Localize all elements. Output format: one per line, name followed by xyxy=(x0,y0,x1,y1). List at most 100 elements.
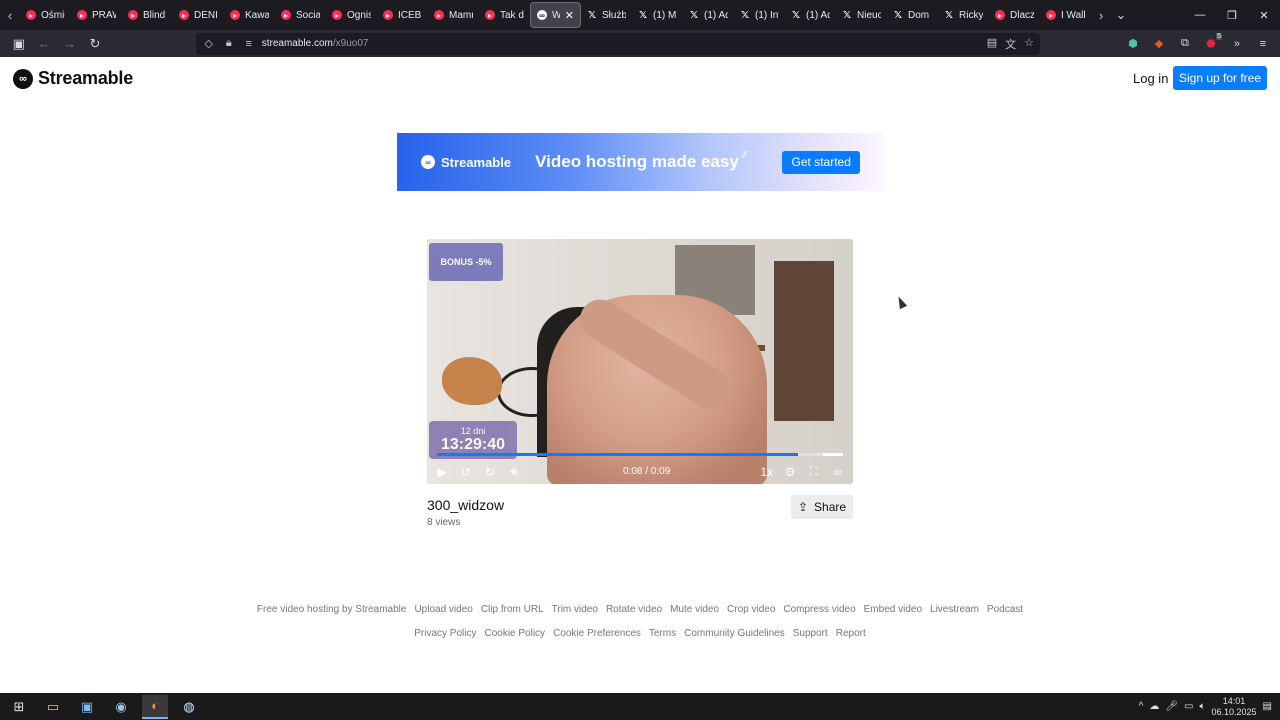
firefox-icon[interactable]: ◐ xyxy=(142,694,168,719)
footer-link[interactable]: Clip from URL xyxy=(481,604,544,615)
browser-tab[interactable]: ▸ Blind xyxy=(122,2,173,28)
share-button[interactable]: ⇪ Share xyxy=(791,495,853,519)
tab-label: Ricky xyxy=(959,9,983,21)
browser-tab[interactable]: 𝕏 Służby xyxy=(581,2,632,28)
speaker-icon[interactable]: 🔈︎ xyxy=(1200,701,1206,712)
footer-link[interactable]: Embed video xyxy=(864,604,922,615)
footer-link[interactable]: Report xyxy=(836,628,866,639)
permissions-icon[interactable]: ≡ xyxy=(242,38,256,50)
login-link[interactable]: Log in xyxy=(1133,71,1168,86)
forward-skip-icon[interactable]: ↻ xyxy=(483,465,497,479)
footer-link[interactable]: Privacy Policy xyxy=(414,628,476,639)
footer-link[interactable]: Free video hosting by Streamable xyxy=(257,604,407,615)
tab-list: ▸ Ośmio ▸ PRAW ▸ Blind ▸ DENIS ▸ Kawal ▸ Social ▸ Ogn… xyxy=(20,2,1091,28)
browser-tab[interactable]: 𝕏 (1) Int xyxy=(734,2,785,28)
forward-icon[interactable]: → xyxy=(59,33,80,55)
display-app-icon[interactable]: ▣ xyxy=(74,695,100,719)
bookmark-star-icon[interactable]: ☆ xyxy=(1024,36,1034,52)
browser-tab[interactable]: 𝕏 Ricky xyxy=(938,2,989,28)
youtube-icon: ▸ xyxy=(26,10,36,20)
shield-extension-icon[interactable]: ⬢ xyxy=(1124,35,1142,53)
browser-tab[interactable]: 𝕏 (1) M xyxy=(632,2,683,28)
reload-icon[interactable]: ↻ xyxy=(84,33,105,55)
notifications-icon[interactable]: ▤ xyxy=(1263,701,1272,712)
get-started-button[interactable]: Get started xyxy=(782,150,861,174)
restore-icon[interactable]: ❐ xyxy=(1216,0,1248,30)
browser-tab[interactable]: ▸ Social xyxy=(275,2,326,28)
browser-tab[interactable]: ▸ ICEBE xyxy=(377,2,428,28)
lock-icon[interactable]: 🔒︎ xyxy=(222,37,236,50)
onedrive-icon[interactable]: ☁ xyxy=(1149,701,1159,712)
footer-link[interactable]: Terms xyxy=(649,628,676,639)
footer-link[interactable]: Community Guidelines xyxy=(684,628,785,639)
browser-tab[interactable]: 𝕏 Dom xyxy=(887,2,938,28)
menu-icon[interactable]: ≡ xyxy=(1254,35,1272,53)
browser-tab[interactable]: ▸ Mamm xyxy=(428,2,479,28)
close-tab-icon[interactable]: ✕ xyxy=(565,9,574,22)
footer-link[interactable]: Trim video xyxy=(552,604,598,615)
footer-link[interactable]: Compress video xyxy=(783,604,855,615)
browser-tab[interactable]: ▸ Dlacz xyxy=(989,2,1040,28)
footer-link[interactable]: Cookie Preferences xyxy=(553,628,641,639)
promo-banner[interactable]: ∞ Streamable Video hosting made easy ⁄⁄ … xyxy=(397,133,883,191)
footer-link[interactable]: Mute video xyxy=(670,604,719,615)
extensions-puzzle-icon[interactable]: ⧉ xyxy=(1176,35,1194,53)
youtube-icon: ▸ xyxy=(77,10,87,20)
footer-link[interactable]: Support xyxy=(793,628,828,639)
url-text[interactable]: streamable.com/x9uo07 xyxy=(262,38,369,49)
browser-tab[interactable]: 𝕏 (1) Ad xyxy=(785,2,836,28)
browser-tab[interactable]: ▸ Kawal xyxy=(224,2,275,28)
streamable-player-logo-icon[interactable]: ∞ xyxy=(831,465,845,479)
translate-icon[interactable]: 文 xyxy=(1005,36,1016,52)
back-icon[interactable]: ← xyxy=(33,33,54,55)
play-icon[interactable]: ▶ xyxy=(435,465,449,479)
youtube-icon: ▸ xyxy=(485,10,495,20)
browser-tab[interactable]: ▸ Ośmio xyxy=(20,2,71,28)
volume-icon[interactable]: 🔊︎ xyxy=(507,464,521,479)
footer-link[interactable]: Podcast xyxy=(987,604,1023,615)
video-player[interactable]: BONUS -5% 12 dni 13:29:40 ▶ ↺ ↻ 🔊︎ 0:08 … xyxy=(427,239,853,484)
clock[interactable]: 14:01 06.10.2025 xyxy=(1212,696,1257,718)
list-all-tabs-icon[interactable]: ⌄ xyxy=(1111,0,1131,30)
sidebar-toggle-icon[interactable]: ▣ xyxy=(8,33,29,55)
close-window-icon[interactable]: ✕ xyxy=(1248,0,1280,30)
more-tools-icon[interactable]: » xyxy=(1228,35,1246,53)
playback-speed-button[interactable]: 1x xyxy=(760,465,773,479)
footer-link[interactable]: Livestream xyxy=(930,604,979,615)
video-progress-bar[interactable] xyxy=(437,453,843,456)
browser-tab[interactable]: ∞ Wa ✕ xyxy=(530,2,581,28)
minimize-icon[interactable]: — xyxy=(1184,0,1216,30)
browser-tab[interactable]: ▸ DENIS xyxy=(173,2,224,28)
browser-tab[interactable]: 𝕏 Nieuc xyxy=(836,2,887,28)
fox-extension-icon[interactable]: ◆ xyxy=(1150,35,1168,53)
signup-button[interactable]: Sign up for free xyxy=(1173,66,1267,90)
tray-overflow-icon[interactable]: ^ xyxy=(1139,701,1144,712)
settings-gear-icon[interactable]: ⚙ xyxy=(783,465,797,479)
footer-link[interactable]: Upload video xyxy=(414,604,472,615)
fullscreen-icon[interactable]: ⛶ xyxy=(807,464,821,479)
tab-scroll-left-icon[interactable]: ‹ xyxy=(0,0,20,30)
footer-link[interactable]: Crop video xyxy=(727,604,775,615)
clock-date: 06.10.2025 xyxy=(1211,706,1257,717)
rewind-icon[interactable]: ↺ xyxy=(459,465,473,479)
browser-tab[interactable]: ▸ Tak d xyxy=(479,2,530,28)
browser-tab[interactable]: ▸ I Walk xyxy=(1040,2,1091,28)
app-icon[interactable]: ◍ xyxy=(176,695,202,719)
tab-scroll-right-icon[interactable]: › xyxy=(1091,0,1111,30)
steam-icon[interactable]: ◉ xyxy=(108,695,134,719)
reader-view-icon[interactable]: ▤ xyxy=(987,36,997,52)
address-bar[interactable]: ◇ 🔒︎ ≡ streamable.com/x9uo07 ▤ 文 ☆ xyxy=(195,32,1040,55)
file-explorer-icon[interactable]: ▭ xyxy=(40,695,66,719)
microphone-icon[interactable]: 🎤︎ xyxy=(1165,701,1178,712)
footer-link[interactable]: Rotate video xyxy=(606,604,662,615)
ublock-extension-icon[interactable]: ⬣ 5 xyxy=(1202,32,1222,53)
network-icon[interactable]: ▭ xyxy=(1184,701,1193,712)
browser-tab[interactable]: ▸ Ognis xyxy=(326,2,377,28)
x-icon: 𝕏 xyxy=(944,9,954,21)
tracking-shield-icon[interactable]: ◇ xyxy=(202,37,216,50)
windows-start-icon[interactable]: ⊞ xyxy=(6,695,32,719)
footer-link[interactable]: Cookie Policy xyxy=(484,628,545,639)
browser-tab[interactable]: 𝕏 (1) Ad xyxy=(683,2,734,28)
browser-tab[interactable]: ▸ PRAW xyxy=(71,2,122,28)
site-logo[interactable]: ∞ Streamable xyxy=(13,68,133,89)
